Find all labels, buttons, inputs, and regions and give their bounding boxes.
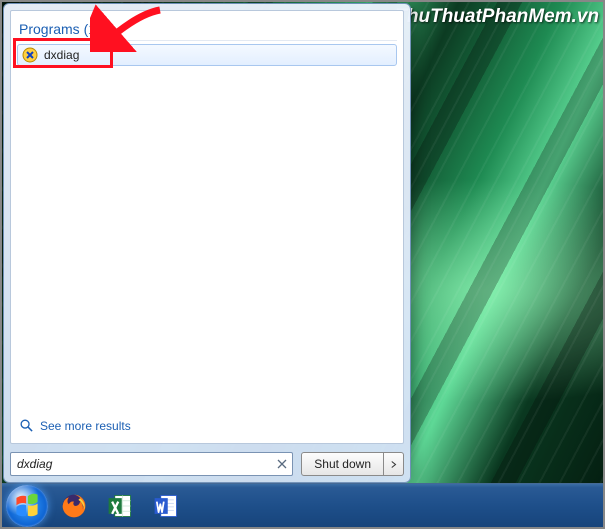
shutdown-split-button: Shut down bbox=[301, 452, 404, 476]
firefox-icon bbox=[60, 492, 88, 520]
dxdiag-icon bbox=[22, 47, 38, 63]
see-more-results-label: See more results bbox=[40, 419, 131, 433]
chevron-right-icon bbox=[391, 460, 397, 469]
see-more-results-link[interactable]: See more results bbox=[17, 414, 397, 435]
shutdown-button[interactable]: Shut down bbox=[301, 452, 384, 476]
search-input[interactable] bbox=[10, 452, 293, 476]
start-button[interactable] bbox=[6, 485, 48, 527]
result-dxdiag[interactable]: dxdiag bbox=[17, 44, 397, 66]
word-icon bbox=[152, 492, 180, 520]
excel-icon bbox=[106, 492, 134, 520]
search-results-pane: Programs (1) dxdiag See more results bbox=[10, 10, 404, 444]
clear-search-icon[interactable] bbox=[275, 457, 289, 471]
windows-logo-icon bbox=[14, 493, 40, 519]
shutdown-more-button[interactable] bbox=[384, 452, 404, 476]
taskbar-firefox[interactable] bbox=[54, 488, 94, 524]
section-header-programs: Programs (1) bbox=[17, 17, 397, 41]
search-icon bbox=[19, 418, 34, 433]
shutdown-label: Shut down bbox=[314, 457, 371, 471]
start-menu: Programs (1) dxdiag See more results bbox=[3, 3, 411, 483]
result-label: dxdiag bbox=[44, 48, 79, 62]
taskbar-excel[interactable] bbox=[100, 488, 140, 524]
taskbar-word[interactable] bbox=[146, 488, 186, 524]
taskbar bbox=[2, 483, 603, 527]
watermark-text: ThuThuatPhanMem.vn bbox=[395, 6, 599, 28]
search-box bbox=[10, 452, 293, 476]
start-menu-bottom-row: Shut down bbox=[10, 452, 404, 476]
